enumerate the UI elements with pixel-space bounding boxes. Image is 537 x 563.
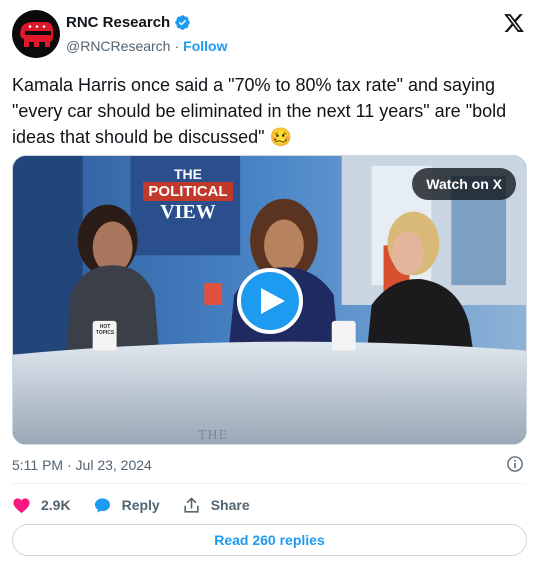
share-button[interactable]: Share: [182, 496, 250, 515]
author-name-row: RNC Research: [66, 14, 191, 31]
reply-bubble-icon: [94, 497, 110, 513]
like-button[interactable]: 2.9K: [12, 496, 71, 515]
heart-icon: [13, 497, 30, 513]
backdrop-title: THE POLITICAL VIEW: [143, 166, 233, 224]
follow-button[interactable]: Follow: [183, 38, 227, 54]
play-button[interactable]: [237, 268, 303, 334]
share-label: Share: [210, 497, 250, 513]
author-handle[interactable]: @RNCResearch: [66, 38, 170, 54]
backdrop-title-line1: THE: [174, 166, 202, 182]
like-count: 2.9K: [41, 497, 71, 513]
reply-label: Reply: [121, 497, 160, 513]
author-avatar[interactable]: [12, 10, 60, 58]
video-media[interactable]: THE POLITICAL VIEW HOT TOPICS THE Watch …: [12, 155, 527, 445]
action-bar: 2.9K Reply Share: [12, 494, 272, 516]
share-icon: [184, 497, 199, 513]
mug-text: HOT TOPICS: [95, 324, 115, 336]
read-replies-button[interactable]: Read 260 replies: [12, 524, 527, 556]
tweet-text: Kamala Harris once said a "70% to 80% ta…: [12, 75, 507, 147]
author-handle-row: @RNCResearch · Follow: [66, 38, 227, 54]
author-display-name[interactable]: RNC Research: [66, 14, 170, 31]
info-icon[interactable]: [506, 455, 524, 473]
verified-badge-icon: [175, 15, 190, 30]
rnc-elephant-logo: [20, 22, 53, 47]
divider: [12, 483, 525, 484]
reply-button[interactable]: Reply: [93, 496, 160, 515]
separator-dot: ·: [174, 38, 180, 54]
tweet-timestamp[interactable]: 5:11 PM · Jul 23, 2024: [12, 457, 152, 473]
play-icon: [260, 288, 285, 314]
watch-on-x-button[interactable]: Watch on X: [412, 168, 516, 200]
desk-text: THE: [198, 428, 229, 443]
x-logo-icon[interactable]: [503, 12, 525, 34]
tweet-card: RNC Research @RNCResearch · Follow Kamal…: [0, 0, 537, 563]
backdrop-title-line3: VIEW: [160, 201, 216, 223]
backdrop-title-line2: POLITICAL: [143, 182, 233, 201]
